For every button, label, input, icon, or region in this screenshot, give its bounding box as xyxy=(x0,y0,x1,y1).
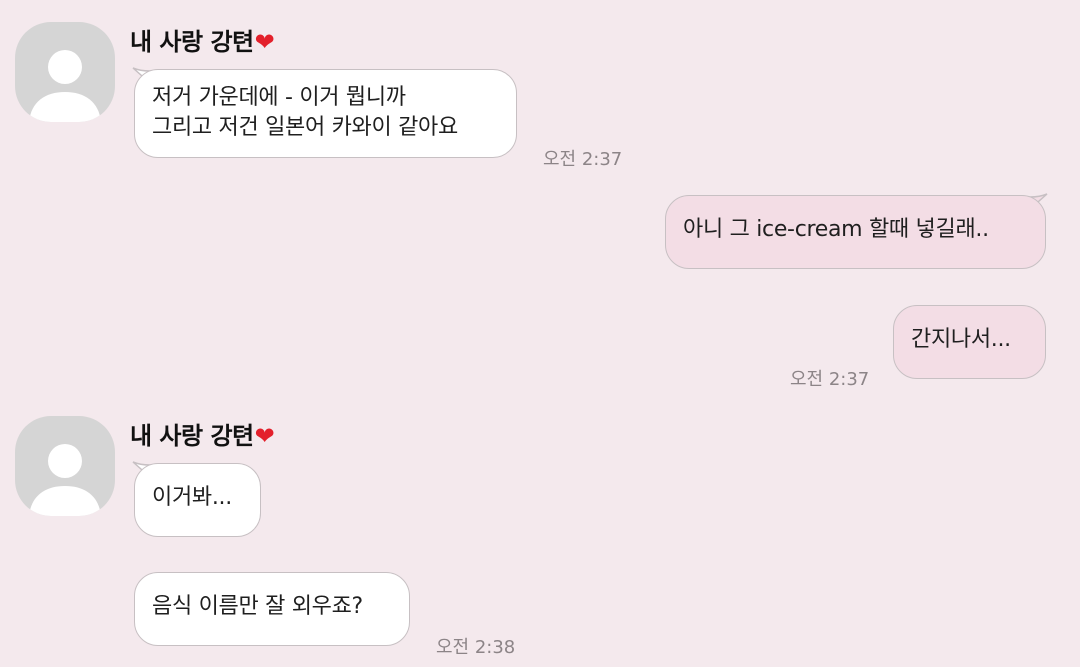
sender-name: 내 사랑 강텬❤ xyxy=(130,22,275,57)
message-bubble[interactable]: 간지나서... xyxy=(893,305,1046,379)
message-text: 간지나서... xyxy=(911,327,1011,352)
avatar[interactable] xyxy=(15,416,115,516)
default-profile-icon xyxy=(29,50,101,122)
message-line: 그리고 저건 일본어 카와이 같아요 xyxy=(152,115,458,140)
message-text: 음식 이름만 잘 외우죠? xyxy=(152,594,363,619)
sender-name-text: 내 사랑 강텬 xyxy=(130,28,254,56)
message-line: 저거 가운데에 - 이거 뭡니까 xyxy=(152,85,406,110)
message-bubble[interactable]: 음식 이름만 잘 외우죠? xyxy=(134,572,410,646)
message-timestamp: 오전 2:37 xyxy=(543,149,623,170)
avatar[interactable] xyxy=(15,22,115,122)
default-profile-icon xyxy=(29,444,101,516)
message-text: 아니 그 ice-cream 할때 넣길래.. xyxy=(683,217,989,242)
message-text: 이거봐... xyxy=(152,485,232,510)
message-timestamp: 오전 2:37 xyxy=(790,369,870,390)
message-bubble[interactable]: 아니 그 ice-cream 할때 넣길래.. xyxy=(665,195,1046,269)
message-bubble[interactable]: 이거봐... xyxy=(134,463,261,537)
heart-icon: ❤ xyxy=(254,422,275,450)
sender-name-text: 내 사랑 강텬 xyxy=(130,422,254,450)
message-timestamp: 오전 2:38 xyxy=(436,637,516,658)
sender-name: 내 사랑 강텬❤ xyxy=(130,416,275,451)
message-bubble[interactable]: 저거 가운데에 - 이거 뭡니까 그리고 저건 일본어 카와이 같아요 xyxy=(134,69,517,158)
heart-icon: ❤ xyxy=(254,28,275,56)
